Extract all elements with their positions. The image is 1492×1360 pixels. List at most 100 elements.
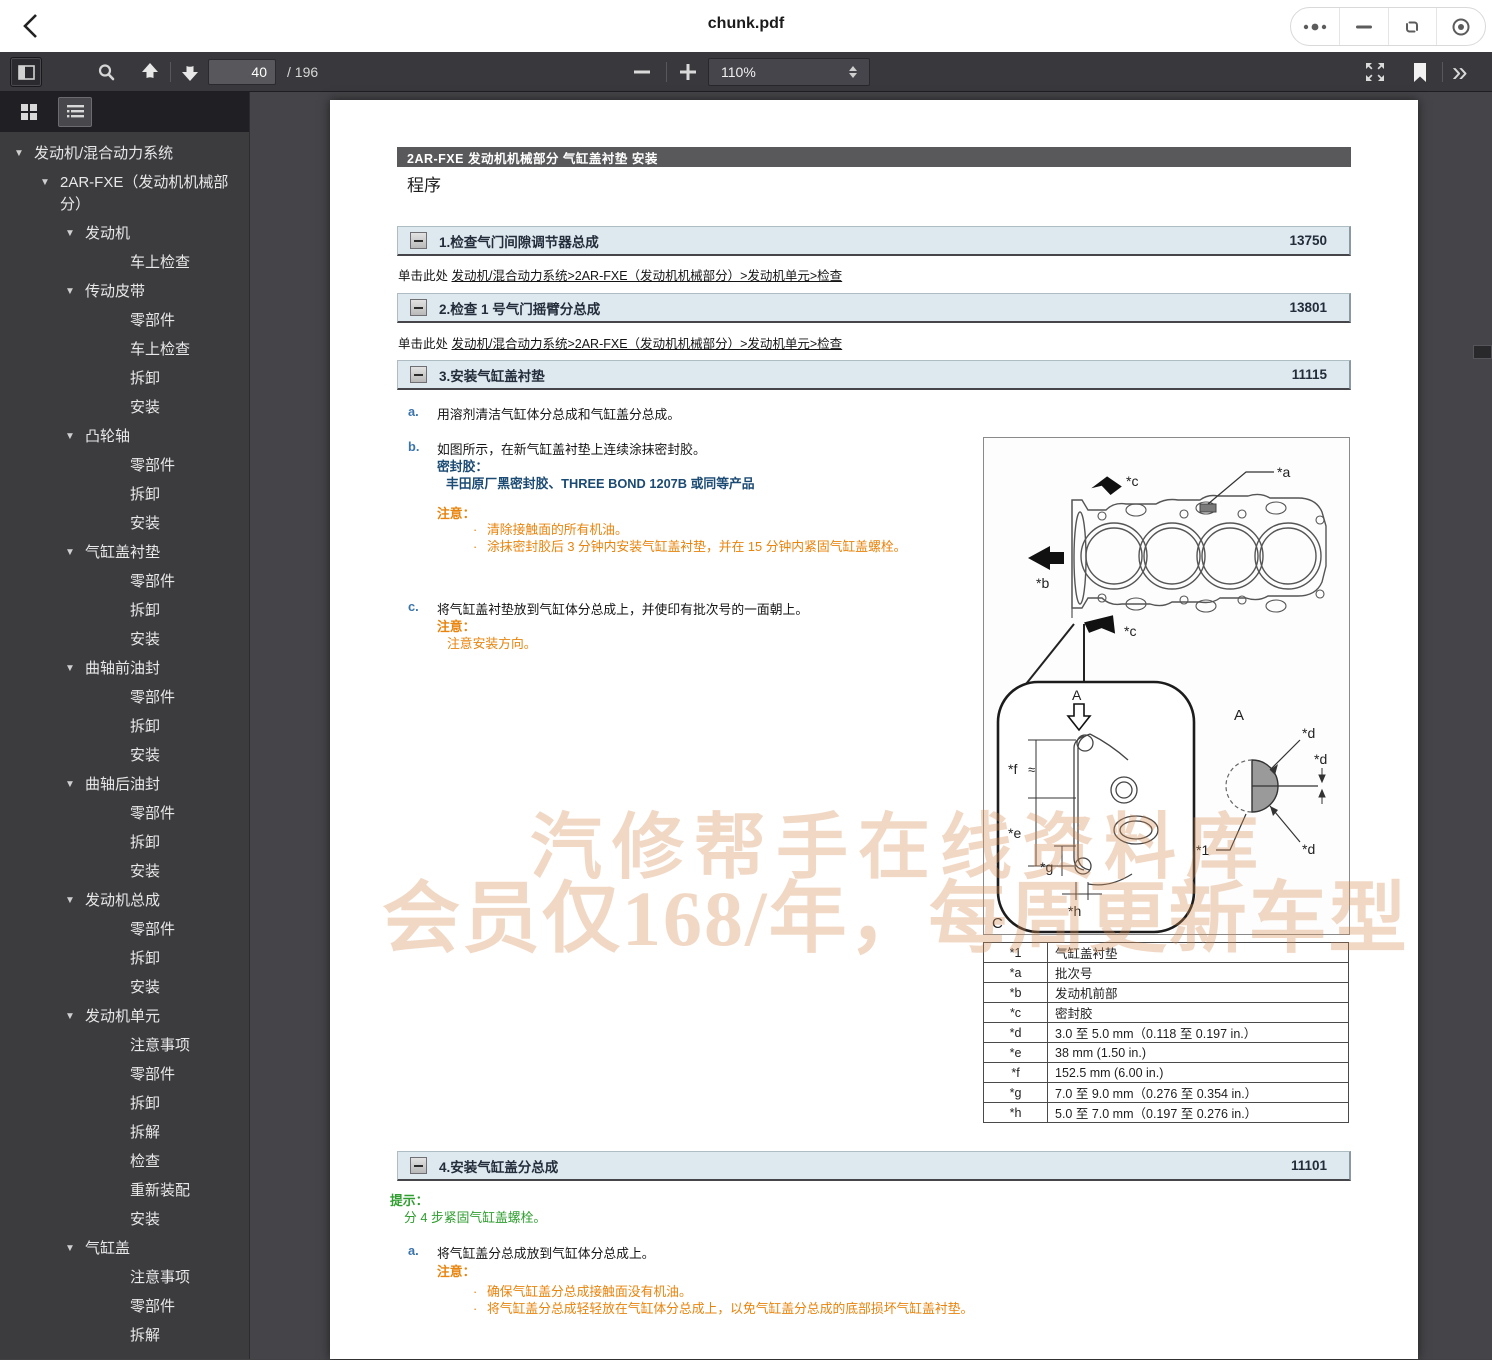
presentation-mode-button[interactable]: [1360, 60, 1390, 84]
outline-item[interactable]: ▼ 气缸盖: [0, 1235, 249, 1264]
outline-view-button[interactable]: [58, 97, 92, 127]
next-page-button[interactable]: [176, 59, 204, 85]
outline-item[interactable]: ▼ 2AR-FXE（发动机机械部分）: [0, 169, 249, 220]
restore-icon: [1403, 18, 1421, 36]
caret-down-icon[interactable]: ▼: [65, 1011, 76, 1023]
head-gasket-figure: *a *c *c *b A: [983, 437, 1350, 935]
outline-item[interactable]: ▼ 安装: [0, 974, 249, 1003]
svg-text:*g: *g: [1040, 859, 1053, 875]
step3-notice-list: 清除接触面的所有机油。涂抹密封胶后 3 分钟内安装气缸盖衬垫，并在 15 分钟内…: [473, 521, 906, 555]
search-button[interactable]: [92, 60, 120, 84]
outline-item[interactable]: ▼ 拆卸: [0, 597, 249, 626]
outline-item[interactable]: ▼ 安装: [0, 626, 249, 655]
outline-item[interactable]: ▼ 零部件: [0, 307, 249, 336]
caret-down-icon[interactable]: ▼: [65, 286, 76, 298]
outline-item[interactable]: ▼ 曲轴前油封: [0, 655, 249, 684]
caret-down-icon[interactable]: ▼: [65, 228, 76, 240]
svg-text:*1: *1: [1196, 842, 1209, 858]
close-button[interactable]: [1436, 8, 1485, 45]
outline-item-label: 零部件: [130, 803, 243, 825]
outline-item[interactable]: ▼ 零部件: [0, 1061, 249, 1090]
bookmark-button[interactable]: [1406, 60, 1434, 84]
outline-item[interactable]: ▼ 重新装配: [0, 1177, 249, 1206]
collapse-step-button[interactable]: [410, 1157, 427, 1174]
zoom-level-select[interactable]: 110%: [708, 58, 870, 86]
outline-item[interactable]: ▼ 车上检查: [0, 249, 249, 278]
outline-item-label: 发动机总成: [85, 890, 243, 912]
outline-item[interactable]: ▼ 零部件: [0, 452, 249, 481]
legend-value: 38 mm (1.50 in.): [1048, 1046, 1348, 1060]
collapse-step-button[interactable]: [410, 299, 427, 316]
outline-item-label: 安装: [130, 1209, 243, 1231]
svg-text:*d: *d: [1314, 751, 1327, 767]
outline-item[interactable]: ▼ 凸轮轴: [0, 423, 249, 452]
outline-item[interactable]: ▼ 零部件: [0, 1293, 249, 1322]
caret-down-icon[interactable]: ▼: [40, 177, 51, 189]
outline-item[interactable]: ▼ 安装: [0, 858, 249, 887]
svg-text:*e: *e: [1008, 825, 1021, 841]
outline-item[interactable]: ▼ 安装: [0, 1206, 249, 1235]
caret-down-icon[interactable]: ▼: [65, 547, 76, 559]
outline-item[interactable]: ▼ 车上检查: [0, 336, 249, 365]
toolbar-overflow-button[interactable]: »: [1452, 52, 1468, 92]
outline-item[interactable]: ▼ 零部件: [0, 568, 249, 597]
more-options-button[interactable]: [1291, 8, 1339, 45]
outline-item[interactable]: ▼ 发动机/混合动力系统: [0, 140, 249, 169]
outline-item[interactable]: ▼ 发动机总成: [0, 887, 249, 916]
caret-down-icon[interactable]: ▼: [65, 1243, 76, 1255]
svg-text:*d: *d: [1302, 725, 1315, 741]
outline-item-label: 注意事项: [130, 1035, 243, 1057]
zoom-out-button[interactable]: [624, 59, 660, 85]
minus-icon: [634, 70, 650, 74]
minus-icon: [414, 1165, 423, 1167]
caret-down-icon[interactable]: ▼: [65, 895, 76, 907]
caret-down-icon[interactable]: ▼: [65, 779, 76, 791]
outline-item[interactable]: ▼ 传动皮带: [0, 278, 249, 307]
legend-value: 气缸盖衬垫: [1048, 943, 1348, 962]
outline-item[interactable]: ▼ 拆卸: [0, 713, 249, 742]
restore-button[interactable]: [1388, 8, 1437, 45]
outline-item[interactable]: ▼ 注意事项: [0, 1264, 249, 1293]
collapse-step-button[interactable]: [410, 232, 427, 249]
outline-item[interactable]: ▼ 安装: [0, 394, 249, 423]
caret-down-icon[interactable]: ▼: [14, 148, 25, 160]
select-spinner-icon: [849, 66, 857, 78]
outline-item[interactable]: ▼ 拆卸: [0, 481, 249, 510]
outline-item[interactable]: ▼ 拆卸: [0, 365, 249, 394]
outline-item[interactable]: ▼ 零部件: [0, 684, 249, 713]
outline-item[interactable]: ▼ 曲轴后油封: [0, 771, 249, 800]
minimize-button[interactable]: [1339, 8, 1388, 45]
outline-item[interactable]: ▼ 拆解: [0, 1322, 249, 1351]
procedure-link[interactable]: 发动机/混合动力系统>2AR-FXE（发动机机械部分）>发动机单元>检查: [452, 337, 843, 351]
legend-row: *b 发动机前部: [984, 983, 1348, 1003]
vertical-scrollbar-thumb[interactable]: [1473, 345, 1492, 359]
previous-page-button[interactable]: [136, 59, 164, 85]
outline-item[interactable]: ▼ 检查: [0, 1148, 249, 1177]
outline-item[interactable]: ▼ 注意事项: [0, 1032, 249, 1061]
outline-item[interactable]: ▼ 安装: [0, 742, 249, 771]
step-code: 13750: [1289, 233, 1327, 248]
outline-item[interactable]: ▼ 拆卸: [0, 945, 249, 974]
thumbnails-view-button[interactable]: [12, 97, 46, 127]
legend-key: *g: [984, 1083, 1048, 1102]
sidebar-toggle-button[interactable]: [10, 57, 42, 87]
outline-item-label: 安装: [130, 977, 243, 999]
outline-item[interactable]: ▼ 拆卸: [0, 829, 249, 858]
caret-down-icon[interactable]: ▼: [65, 431, 76, 443]
procedure-link[interactable]: 发动机/混合动力系统>2AR-FXE（发动机机械部分）>发动机单元>检查: [452, 269, 843, 283]
search-icon: [97, 63, 115, 81]
legend-table: *1 气缸盖衬垫 *a 批次号 *b 发动机前部 *c 密封胶: [983, 942, 1349, 1123]
outline-item[interactable]: ▼ 拆卸: [0, 1090, 249, 1119]
outline-item[interactable]: ▼ 气缸盖衬垫: [0, 539, 249, 568]
outline-item[interactable]: ▼ 拆解: [0, 1119, 249, 1148]
caret-down-icon[interactable]: ▼: [65, 663, 76, 675]
outline-item[interactable]: ▼ 零部件: [0, 800, 249, 829]
collapse-step-button[interactable]: [410, 366, 427, 383]
outline-item[interactable]: ▼ 发动机单元: [0, 1003, 249, 1032]
outline-item[interactable]: ▼ 零部件: [0, 916, 249, 945]
page-number-input[interactable]: [208, 59, 276, 85]
zoom-in-button[interactable]: [670, 59, 706, 85]
outline-item[interactable]: ▼ 发动机: [0, 220, 249, 249]
legend-key: *e: [984, 1043, 1048, 1062]
outline-item[interactable]: ▼ 安装: [0, 510, 249, 539]
